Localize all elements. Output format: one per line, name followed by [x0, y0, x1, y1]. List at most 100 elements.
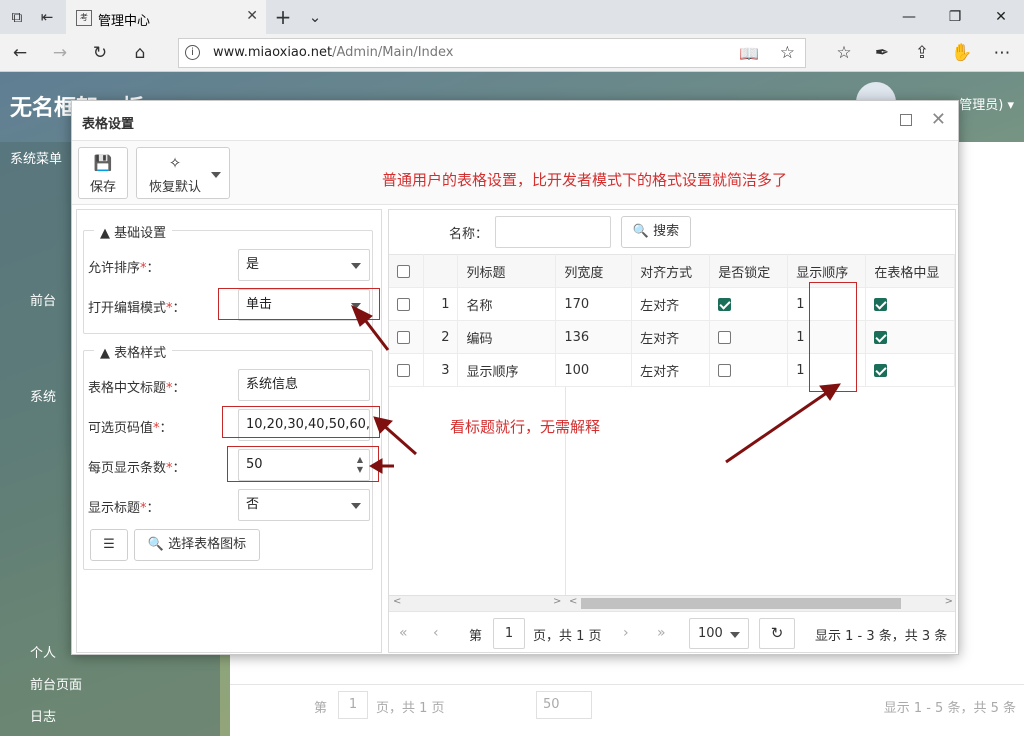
choose-icon-button[interactable]: 🔍 选择表格图标	[134, 529, 260, 561]
sidebar-item[interactable]: 前台	[30, 290, 56, 309]
wand-icon: ✧	[168, 154, 182, 172]
close-icon[interactable]: ✕	[931, 109, 946, 130]
back-icon[interactable]: ←	[8, 42, 32, 64]
cell-title[interactable]: 编码	[457, 320, 557, 354]
favicon-icon: 考	[76, 10, 92, 26]
minimize-icon[interactable]: —	[886, 0, 932, 34]
locked-checkbox[interactable]	[718, 330, 732, 344]
cell-title[interactable]: 名称	[457, 287, 557, 321]
sidebar-item[interactable]: 系统	[30, 386, 56, 405]
row-checkbox[interactable]	[397, 363, 410, 377]
close-tab-icon[interactable]: ✕	[246, 8, 258, 24]
set-aside-tabs-icon[interactable]: ⇤	[36, 6, 58, 28]
col-header[interactable]: 在表格中显	[865, 254, 955, 288]
sidebar-header: 系统菜单	[10, 152, 63, 167]
prev-page-icon[interactable]: ‹	[433, 625, 439, 641]
cell-align[interactable]: 左对齐	[631, 353, 711, 387]
col-header[interactable]: 列宽度	[555, 254, 633, 288]
new-tab-icon[interactable]: +	[272, 6, 294, 28]
sidebar-item[interactable]: 前台页面	[30, 674, 82, 693]
reload-button[interactable]: ↻	[759, 618, 795, 649]
cell-width[interactable]: 136	[555, 320, 633, 354]
address-bar[interactable]: i www.miaoxiao.net/Admin/Main/Index 📖 ☆	[178, 38, 806, 68]
show-title-select[interactable]: 否	[238, 489, 370, 521]
last-page-icon[interactable]: »	[657, 625, 666, 641]
floppy-icon: 💾	[93, 154, 113, 172]
select-all-checkbox[interactable]	[397, 264, 410, 278]
table-style-legend[interactable]: ▲ 表格样式	[94, 342, 173, 361]
tab-title: 管理中心	[98, 14, 151, 29]
settings-form: ▲ 基础设置 允许排序*： 是 打开编辑模式*： 单击 ▲ 表格样式 表格中文标…	[76, 209, 382, 653]
browser-tab[interactable]: 考 管理中心 ✕	[66, 0, 266, 34]
table-row[interactable]: 2 编码 136 左对齐 1	[389, 320, 955, 354]
dropdown-caret-icon	[211, 172, 221, 178]
horizontal-scrollbar[interactable]: < > < >	[389, 595, 955, 611]
share-icon[interactable]: ⇪	[910, 42, 934, 64]
cell-width[interactable]: 170	[555, 287, 633, 321]
annotation-top: 普通用户的表格设置，比开发者模式下的格式设置就简洁多了	[382, 171, 788, 189]
list-icon: ☰	[103, 537, 115, 552]
locked-checkbox[interactable]	[718, 363, 732, 377]
locked-checkbox[interactable]	[718, 297, 732, 311]
reading-view-icon[interactable]: 📖	[739, 44, 759, 63]
show-checkbox[interactable]	[874, 297, 888, 311]
cell-width[interactable]: 100	[555, 353, 633, 387]
show-title-row: 显示标题*： 否	[88, 489, 370, 521]
page-size-select[interactable]: 100	[689, 618, 749, 649]
cn-title-input[interactable]: 系统信息	[238, 369, 370, 401]
forward-icon[interactable]: →	[48, 42, 72, 64]
tab-list-icon[interactable]: ⧉	[6, 6, 28, 28]
close-window-icon[interactable]: ✕	[978, 0, 1024, 34]
cell-align[interactable]: 左对齐	[631, 320, 711, 354]
sidebar-item[interactable]: 个人	[30, 642, 56, 661]
extension-icon[interactable]: ✋	[950, 42, 974, 64]
cell-align[interactable]: 左对齐	[631, 287, 711, 321]
col-header[interactable]: 列标题	[457, 254, 557, 288]
col-header[interactable]: 是否锁定	[709, 254, 789, 288]
highlight-box	[222, 406, 380, 438]
row-checkbox[interactable]	[397, 297, 410, 311]
first-page-icon[interactable]: «	[399, 625, 408, 641]
site-info-icon[interactable]: i	[185, 45, 200, 60]
table-row[interactable]: 3 显示顺序 100 左对齐 1	[389, 353, 955, 387]
allow-sort-select[interactable]: 是	[238, 249, 370, 281]
allow-sort-row: 允许排序*： 是	[88, 249, 370, 281]
favorites-list-icon[interactable]: ☆	[832, 42, 856, 64]
restore-default-button[interactable]: ✧ 恢复默认	[136, 147, 230, 199]
show-checkbox[interactable]	[874, 330, 888, 344]
pager-summary: 显示 1 - 3 条，共 3 条	[815, 629, 948, 644]
basic-settings-legend[interactable]: ▲ 基础设置	[94, 222, 173, 241]
page-number-input[interactable]: 1	[493, 618, 525, 649]
sidebar-item[interactable]: 日志	[30, 706, 56, 725]
refresh-icon[interactable]: ↻	[88, 42, 112, 64]
row-checkbox[interactable]	[397, 330, 410, 344]
show-checkbox[interactable]	[874, 363, 888, 377]
maximize-icon[interactable]	[900, 114, 912, 126]
cn-title-row: 表格中文标题*： 系统信息	[88, 369, 370, 401]
grid-search-bar: 名称： 🔍 搜索	[389, 210, 955, 254]
columns-table: 列标题 列宽度 对齐方式 是否锁定 显示顺序 在表格中显 1 名称 170 左对齐 1 2…	[389, 254, 955, 387]
user-label[interactable]: 管理员) ▾	[959, 94, 1014, 113]
search-label: 名称：	[449, 227, 489, 242]
col-header[interactable]: 对齐方式	[631, 254, 711, 288]
row-number: 3	[423, 353, 459, 387]
cell-title[interactable]: 显示顺序	[457, 353, 557, 387]
browser-tab-bar: ⧉ ⇤ 考 管理中心 ✕ + ⌄ — ❐ ✕	[0, 0, 1024, 34]
pen-icon[interactable]: ✒	[870, 42, 894, 64]
tab-dropdown-icon[interactable]: ⌄	[304, 6, 326, 28]
highlight-box	[218, 288, 380, 320]
dialog-title: 表格设置	[82, 117, 135, 132]
name-search-input[interactable]	[495, 216, 611, 248]
list-icon-button[interactable]: ☰	[90, 529, 128, 561]
table-row[interactable]: 1 名称 170 左对齐 1	[389, 287, 955, 321]
restore-icon[interactable]: ❐	[932, 0, 978, 34]
favorite-star-icon[interactable]: ☆	[780, 43, 795, 63]
highlight-box	[809, 282, 857, 392]
more-icon[interactable]: ⋯	[990, 42, 1014, 64]
row-number: 2	[423, 320, 459, 354]
search-button[interactable]: 🔍 搜索	[621, 216, 691, 248]
next-page-icon[interactable]: ›	[623, 625, 629, 641]
home-icon[interactable]: ⌂	[128, 42, 152, 64]
scrollbar-thumb[interactable]	[581, 598, 901, 609]
url-text: www.miaoxiao.net/Admin/Main/Index	[213, 45, 454, 60]
